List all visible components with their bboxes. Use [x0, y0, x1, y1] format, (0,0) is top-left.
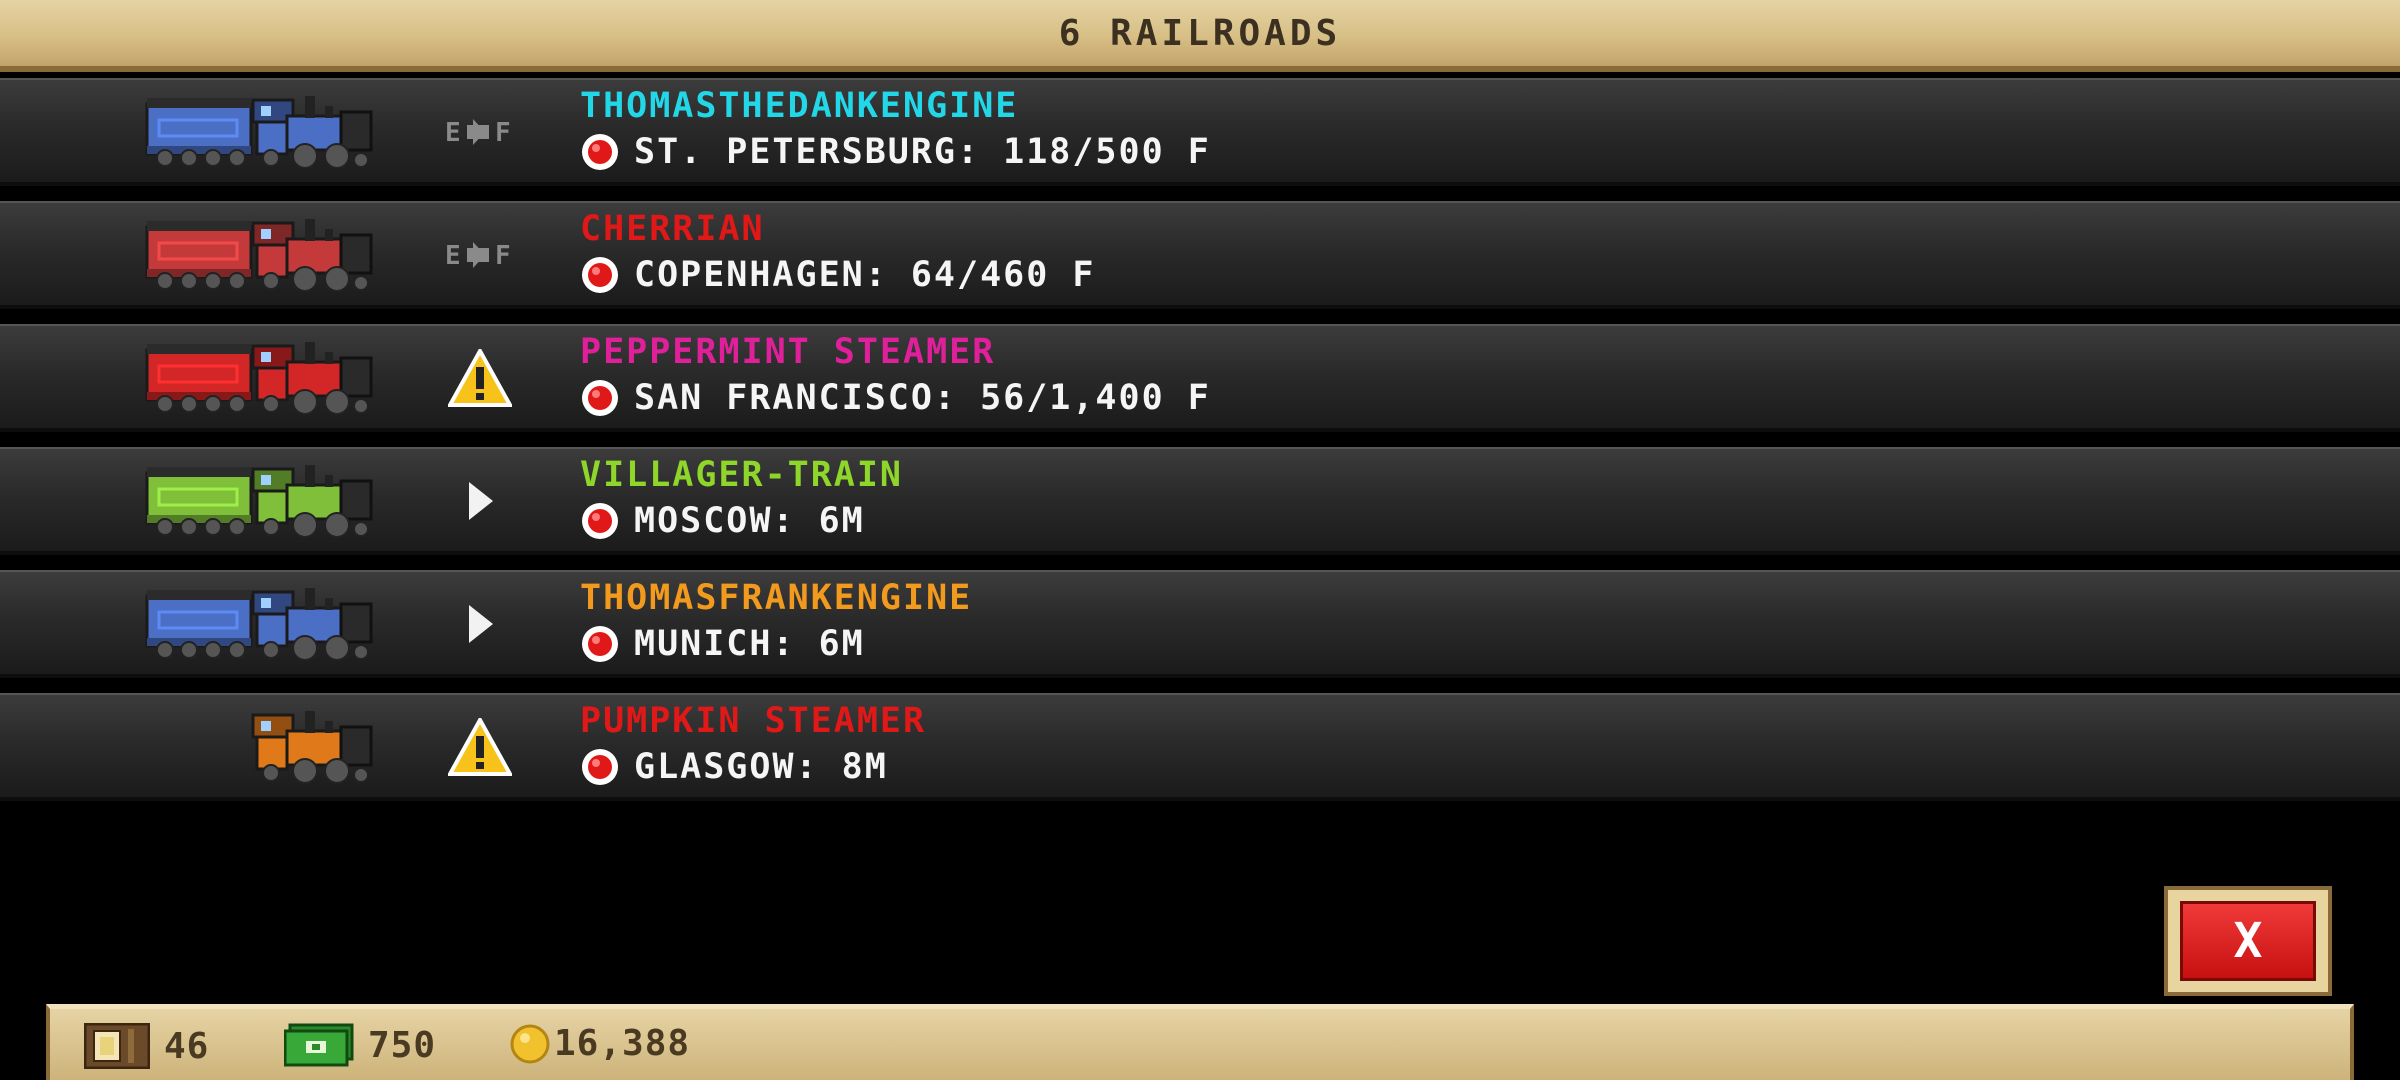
- svg-text:E: E: [445, 118, 461, 147]
- railroad-row[interactable]: VILLAGER-TRAIN MOSCOW: 6M: [0, 447, 2400, 555]
- empty-full-icon: E F: [440, 225, 520, 285]
- location-pin-icon: [580, 255, 620, 295]
- destination-info: ST. PETERSBURG: 118/500 F: [580, 132, 1211, 172]
- railroad-name: VILLAGER-TRAIN: [580, 455, 904, 495]
- railroad-row[interactable]: PEPPERMINT STEAMER SAN FRANCISCO: 56/1,4…: [0, 324, 2400, 432]
- cash-value: 750: [368, 1024, 437, 1066]
- train-icon: [145, 459, 375, 539]
- train-icon: [145, 336, 375, 416]
- destination-text: MUNICH: 6M: [634, 624, 865, 664]
- resource-bar: 46 750 16,388: [46, 1004, 2354, 1080]
- play-icon: [440, 471, 520, 531]
- location-pin-icon: [580, 624, 620, 664]
- destination-text: SAN FRANCISCO: 56/1,400 F: [634, 378, 1211, 418]
- close-button[interactable]: X: [2164, 886, 2332, 996]
- destination-info: MUNICH: 6M: [580, 624, 865, 664]
- play-icon: [440, 594, 520, 654]
- railroad-name: CHERRIAN: [580, 209, 765, 249]
- empty-full-icon: E F: [440, 102, 520, 162]
- svg-text:F: F: [495, 118, 511, 147]
- destination-text: MOSCOW: 6M: [634, 501, 865, 541]
- location-pin-icon: [580, 378, 620, 418]
- railroad-row[interactable]: E F THOMASTHEDANKENGINE ST. PETERSBURG: …: [0, 78, 2400, 186]
- train-icon: [145, 90, 375, 170]
- destination-info: SAN FRANCISCO: 56/1,400 F: [580, 378, 1211, 418]
- close-icon: X: [2180, 901, 2316, 981]
- destination-info: MOSCOW: 6M: [580, 501, 865, 541]
- location-pin-icon: [580, 747, 620, 787]
- railroad-row[interactable]: THOMASFRANKENGINE MUNICH: 6M: [0, 570, 2400, 678]
- railroad-row[interactable]: E F CHERRIAN COPENHAGEN: 64/460 F: [0, 201, 2400, 309]
- railroad-name: PUMPKIN STEAMER: [580, 701, 927, 741]
- crates-resource: 46: [84, 1023, 209, 1069]
- page-title: 6 RAILROADS: [1058, 12, 1342, 54]
- destination-text: ST. PETERSBURG: 118/500 F: [634, 132, 1211, 172]
- svg-text:E: E: [445, 241, 461, 270]
- coins-resource: 16,388: [510, 1023, 690, 1064]
- location-pin-icon: [580, 501, 620, 541]
- destination-text: GLASGOW: 8M: [634, 747, 888, 787]
- crate-icon: [84, 1023, 150, 1069]
- svg-text:F: F: [495, 241, 511, 270]
- warning-icon: [440, 348, 520, 408]
- train-icon: [145, 213, 375, 293]
- destination-info: GLASGOW: 8M: [580, 747, 888, 787]
- warning-icon: [440, 717, 520, 777]
- coin-icon: [510, 1024, 550, 1063]
- location-pin-icon: [580, 132, 620, 172]
- cash-resource: 750: [284, 1023, 436, 1067]
- train-icon: [145, 582, 375, 662]
- cash-icon: [284, 1023, 354, 1067]
- destination-info: COPENHAGEN: 64/460 F: [580, 255, 1095, 295]
- railroad-name: PEPPERMINT STEAMER: [580, 332, 996, 372]
- train-icon: [145, 705, 375, 785]
- destination-text: COPENHAGEN: 64/460 F: [634, 255, 1096, 295]
- crates-value: 46: [164, 1025, 210, 1067]
- title-bar: 6 RAILROADS: [0, 0, 2400, 72]
- railroad-name: THOMASFRANKENGINE: [580, 578, 973, 618]
- railroad-name: THOMASTHEDANKENGINE: [580, 86, 1019, 126]
- railroad-row[interactable]: PUMPKIN STEAMER GLASGOW: 8M: [0, 693, 2400, 801]
- coins-value: 16,388: [554, 1023, 691, 1064]
